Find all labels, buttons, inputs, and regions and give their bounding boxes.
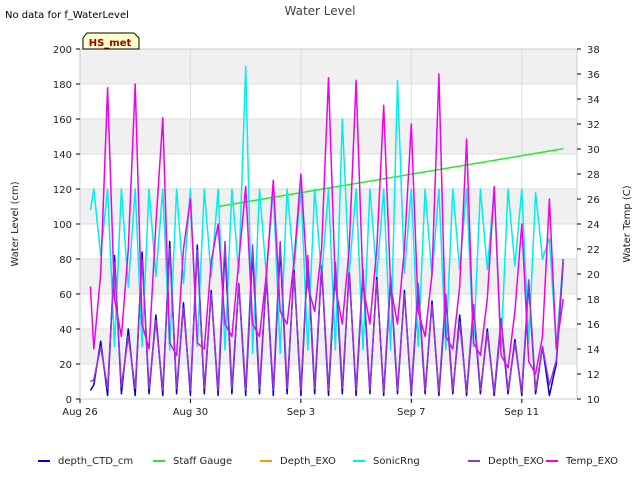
y2-tick-label: 16 — [587, 320, 600, 331]
y2-tick-label: 30 — [587, 145, 600, 156]
x-tick-label: Sep 7 — [397, 407, 425, 418]
legend-label: SonicRng — [373, 456, 420, 467]
legend-label: Depth_EXO — [488, 456, 544, 467]
y-tick-label: 80 — [59, 255, 72, 266]
x-tick-label: Aug 26 — [62, 407, 97, 418]
y2-tick-label: 20 — [587, 270, 600, 281]
legend-label: Depth_EXO — [280, 456, 336, 467]
y-axis-label: Water Level (cm) — [10, 181, 21, 266]
legend: depth_CTD_cm Staff Gauge Depth_EXO SonicRng… — [38, 456, 618, 467]
y2-tick-label: 32 — [587, 120, 600, 131]
legend-label: depth_CTD_cm — [58, 456, 133, 467]
y2-tick-label: 10 — [587, 395, 600, 406]
x-tick-label: Sep 11 — [504, 407, 539, 418]
y-tick-label: 60 — [59, 290, 72, 301]
chart-root: No data for f_WaterLevel Water Level 0 20… — [0, 0, 640, 480]
x-tick-label: Aug 30 — [173, 407, 208, 418]
y2-tick-label: 36 — [587, 70, 600, 81]
y-tick-label: 100 — [53, 220, 72, 231]
y-tick-label: 180 — [53, 80, 72, 91]
annotation-badge: HS_met — [82, 32, 140, 50]
x-tick-label: Sep 3 — [287, 407, 315, 418]
annotation-label: HS_met — [89, 38, 132, 49]
plot-band — [80, 119, 577, 154]
y-tick-label: 0 — [66, 395, 72, 406]
no-data-note: No data for f_WaterLevel — [5, 10, 129, 21]
y-tick-label: 40 — [59, 325, 72, 336]
y-tick-label: 120 — [53, 185, 72, 196]
y-tick-label: 160 — [53, 115, 72, 126]
chart-title: Water Level — [285, 4, 356, 18]
y2-tick-label: 12 — [587, 370, 600, 381]
legend-label: Staff Gauge — [173, 456, 232, 467]
y-tick-label: 140 — [53, 150, 72, 161]
legend-label: Temp_EXO — [565, 456, 618, 467]
y2-tick-label: 14 — [587, 345, 600, 356]
chart-svg: No data for f_WaterLevel Water Level 0 20… — [5, 4, 633, 467]
y-tick-label: 20 — [59, 360, 72, 371]
y2-tick-label: 18 — [587, 295, 600, 306]
y2-tick-label: 28 — [587, 170, 600, 181]
y-tick-label: 200 — [53, 45, 72, 56]
y2-tick-label: 34 — [587, 95, 600, 106]
y2-tick-label: 22 — [587, 245, 600, 256]
y2-axis-label: Water Temp (C) — [622, 185, 633, 262]
y2-tick-label: 24 — [587, 220, 600, 231]
y2-tick-label: 38 — [587, 45, 600, 56]
y2-tick-label: 26 — [587, 195, 600, 206]
